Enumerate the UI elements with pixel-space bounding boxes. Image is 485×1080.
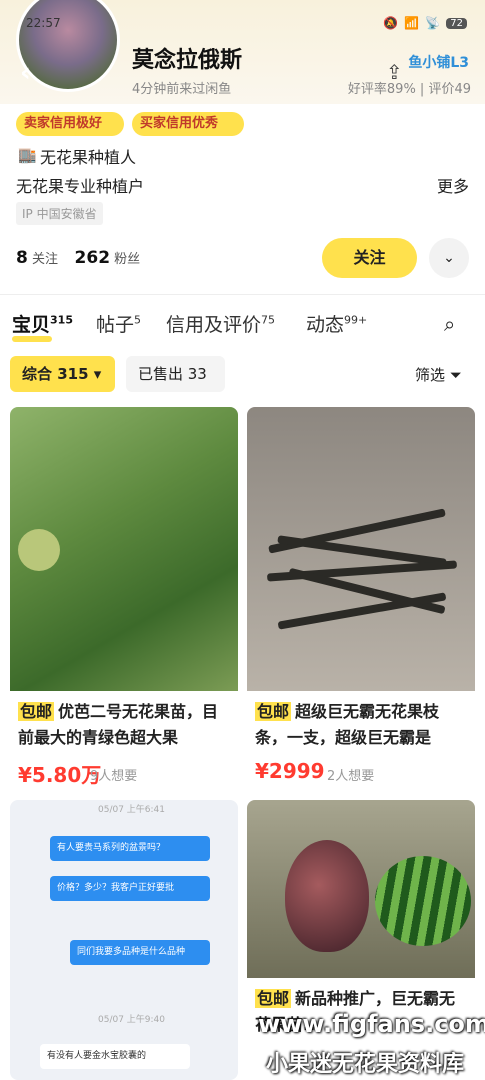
chevron-down-icon[interactable]: ⌄: [429, 238, 469, 278]
product-price: ¥5.80万: [18, 763, 102, 787]
fig-fruit: [18, 529, 60, 571]
product-title: 包邮 超级巨无霸无花果枝条，一支，超级巨无霸是: [255, 702, 440, 747]
chat-bubble: 同们我要多品种是什么品种: [70, 940, 210, 965]
status-bar: 22:57 🔕 📶 📡 72: [0, 14, 485, 38]
status-icons: 🔕 📶 📡 72: [383, 16, 467, 30]
product-card[interactable]: 包邮 新品种推广，巨无霸无花果苗...: [247, 800, 475, 1080]
back-icon[interactable]: ‹: [20, 58, 31, 88]
sort-all-chip[interactable]: 综合 315 ▾: [10, 356, 115, 392]
following-label: 关注: [31, 252, 58, 267]
plant-title: 无花果种植人: [40, 148, 137, 167]
tab-activity[interactable]: 动态99+: [306, 310, 367, 337]
product-image: [10, 407, 238, 691]
chat-bubble: 有没有人要金水宝胶囊的: [40, 1044, 190, 1069]
ip-location: IP 中国安徽省: [16, 202, 103, 225]
product-card[interactable]: 包邮 超级巨无霸无花果枝条，一支，超级巨无霸是 ¥2999 2人想要: [247, 407, 475, 787]
rating-summary[interactable]: 好评率89% | 评价49: [348, 78, 471, 97]
tab-posts[interactable]: 帖子5: [96, 310, 141, 337]
fans-label: 粉丝: [114, 252, 141, 267]
watermark: www.figfans.com: [258, 1010, 485, 1038]
fig-fruit: [285, 840, 369, 952]
fans-count: 262: [74, 248, 111, 268]
follow-button[interactable]: 关注: [322, 238, 417, 278]
buyer-credit-tag[interactable]: 买家信用优秀: [132, 112, 244, 136]
mute-icon: 🔕: [383, 16, 399, 30]
tab-credit[interactable]: 信用及评价75: [166, 310, 275, 337]
search-icon[interactable]: ⌕: [444, 312, 455, 336]
wifi-icon: 📡: [425, 16, 441, 30]
product-price: ¥2999: [255, 759, 325, 783]
tab-items[interactable]: 宝贝315: [12, 310, 73, 337]
profile-name: 莫念拉俄斯: [132, 48, 243, 73]
product-card[interactable]: 包邮 优芭二号无花果苗，目前最大的青绿色超大果 ¥5.80万 9人想要: [10, 407, 238, 787]
active-tab-indicator: [12, 336, 52, 342]
profile-description: 无花果专业种植户: [16, 177, 145, 196]
watermelon: [375, 856, 471, 946]
more-link[interactable]: 更多: [437, 173, 469, 197]
seller-credit-tag[interactable]: 卖家信用极好: [16, 112, 124, 136]
battery-icon: 72: [446, 17, 467, 29]
status-time: 22:57: [26, 16, 61, 30]
divider: [0, 294, 485, 295]
shop-badge[interactable]: 鱼小铺L3: [408, 52, 469, 72]
product-wants: 2人想要: [327, 769, 375, 784]
sold-chip[interactable]: 已售出 33: [126, 356, 225, 392]
last-seen: 4分钟前来过闲鱼: [132, 82, 232, 97]
watermark: 小果迷无花果资料库: [266, 1052, 465, 1077]
product-wants: 9人想要: [90, 769, 138, 784]
shop-icon: 🏬: [18, 146, 37, 164]
filter-button[interactable]: 筛选 ⏷: [415, 364, 462, 385]
product-image: [247, 407, 475, 691]
product-card[interactable]: 05/07 上午6:41 有人要贵马系列的盆景吗？ 价格？多少？我客户正好要批 …: [10, 800, 238, 1080]
following-count: 8: [16, 248, 28, 268]
follow-counts: 8 关注 262 粉丝: [16, 248, 140, 268]
chat-bubble: 价格？多少？我客户正好要批: [50, 876, 210, 901]
chat-bubble: 有人要贵马系列的盆景吗？: [50, 836, 210, 861]
signal-icon: 📶: [404, 16, 420, 30]
product-image: [247, 800, 475, 978]
product-title: 包邮 优芭二号无花果苗，目前最大的青绿色超大果: [18, 702, 219, 747]
product-image: 05/07 上午6:41 有人要贵马系列的盆景吗？ 价格？多少？我客户正好要批 …: [10, 800, 238, 1080]
